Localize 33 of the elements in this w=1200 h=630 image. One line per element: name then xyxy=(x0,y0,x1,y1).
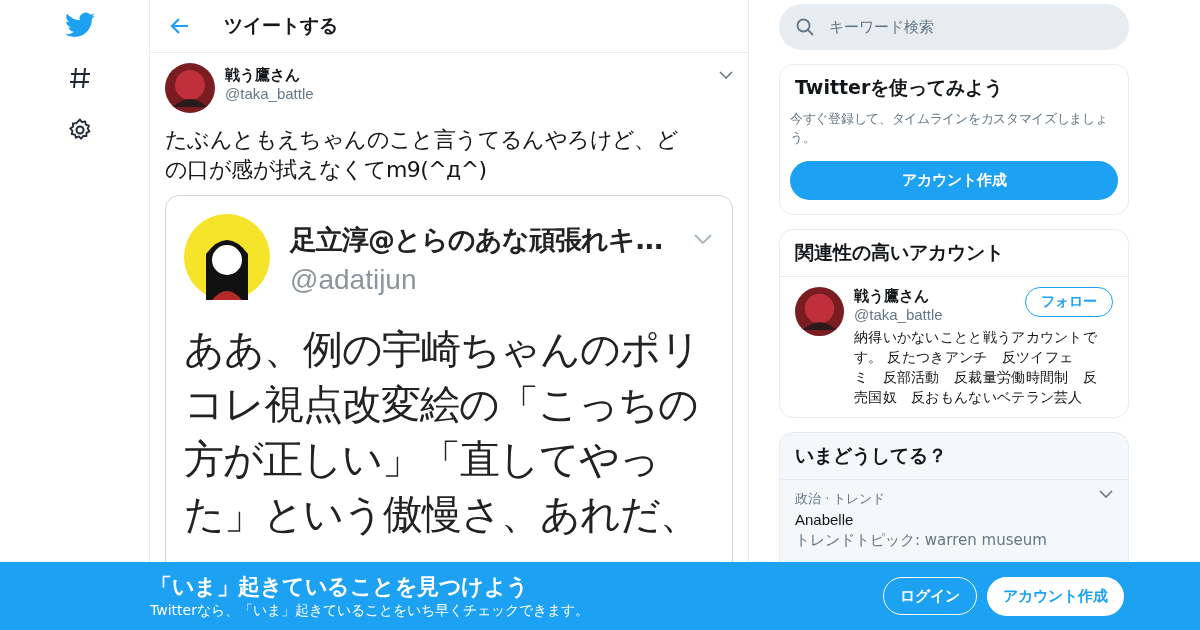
card-title: 関連性の高いアカウント xyxy=(795,241,1004,263)
tweet-text: たぶんともえちゃんのこと言うてるんやろけど、ど の口が感が拭えなくてm9(^д^) xyxy=(165,126,680,184)
user-name: 戦う鷹さん xyxy=(225,66,301,85)
banner-subtitle: Twitterなら、「いま」起きていることをいち早くチェックできます。 xyxy=(150,602,590,620)
bird-logo-icon[interactable] xyxy=(64,12,95,38)
signup-button[interactable]: アカウント作成 xyxy=(790,161,1118,200)
back-arrow-icon[interactable] xyxy=(170,17,190,35)
account-handle: @taka_battle xyxy=(854,306,943,323)
banner-title: 「いま」起きていることを見つけよう xyxy=(150,573,530,601)
user-name: 足立淳@とらのあな頑張れキ... xyxy=(290,223,663,257)
user-handle: @taka_battle xyxy=(225,85,314,102)
signup-button[interactable]: アカウント作成 xyxy=(987,576,1124,616)
card-title: Twitterを使ってみよう xyxy=(794,75,1005,100)
chevron-down-icon[interactable] xyxy=(1099,490,1113,498)
trend-topic: トレンドトピック: warren museum xyxy=(795,531,1047,550)
page-title: ツイートする xyxy=(224,13,338,38)
chevron-down-icon[interactable] xyxy=(719,71,733,79)
account-name: 戦う鷹さん xyxy=(854,287,930,306)
avatar xyxy=(795,287,844,336)
account-bio: 納得いかないことと戦うアカウントで す。 反たつきアンチ 反ツイフェ ミ 反部活動 反裁量労働時間制 反 売国奴 反おもんないベテラン芸人 xyxy=(854,328,1099,407)
follow-button[interactable]: フォロー xyxy=(1025,287,1113,317)
trend-name[interactable]: Anabelle xyxy=(795,511,1047,528)
user-handle: @adatijun xyxy=(290,264,418,296)
search-icon xyxy=(796,18,814,36)
card-text: 今すぐ登録して、タイムラインをカスタマイズしましょう。 xyxy=(790,110,1109,147)
search-field[interactable]: キーワード検索 xyxy=(779,4,1129,50)
hashtag-icon[interactable] xyxy=(67,66,92,90)
chevron-down-icon xyxy=(694,234,712,244)
tweet-text: ああ、例の宇崎ちゃんのポリ コレ視点改変絵の「こっちの 方が正しい」「直してやっ た」という傲慢さ、あれだ、 xyxy=(184,325,701,539)
avatar xyxy=(165,63,215,113)
trend-context: 政治 · トレンド xyxy=(795,490,887,508)
settings-icon[interactable] xyxy=(67,118,92,142)
card-title: いまどうしてる？ xyxy=(795,444,947,466)
